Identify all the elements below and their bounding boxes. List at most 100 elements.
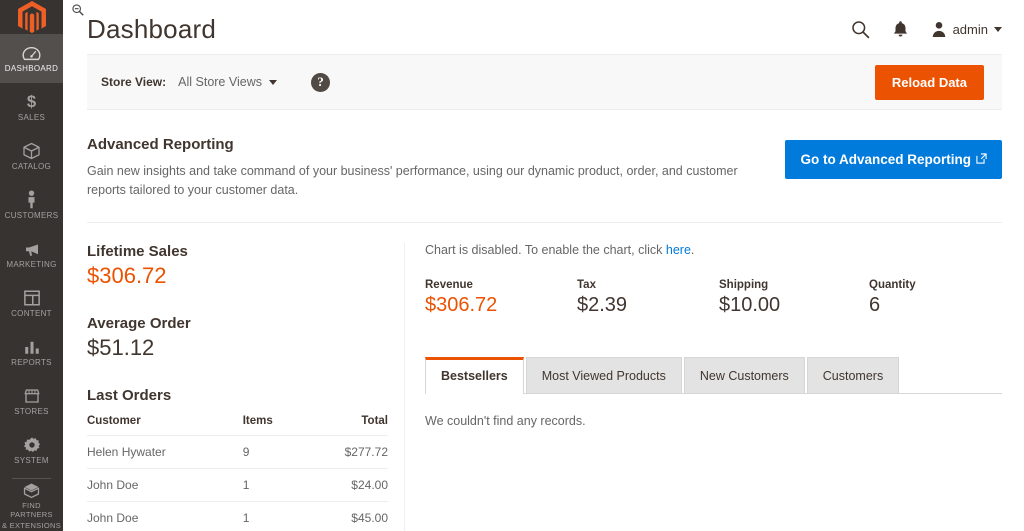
sidebar-item-find-partners[interactable]: FIND PARTNERS & EXTENSIONS [0,479,63,531]
storefront-icon [22,386,42,405]
sidebar-item-label: CATALOG [11,162,52,171]
store-switcher-bar: Store View: All Store Views ? Reload Dat… [87,54,1002,110]
page-title: Dashboard [87,14,216,44]
cell-items: 9 [242,435,303,469]
last-orders-head: Customer Items Total [87,412,388,436]
cell-total: $277.72 [302,435,388,469]
tab-most-viewed-products[interactable]: Most Viewed Products [525,357,682,393]
column-header-total: Total [302,412,388,436]
lifetime-sales-block: Lifetime Sales $306.72 [87,243,388,289]
question-mark-icon[interactable]: ? [310,72,330,92]
main-sidebar: DASHBOARD $ SALES CATALOG CUSTOMERS MARK… [0,0,63,531]
main-content-area: Dashboard admin Store View: All Store Vi… [63,0,1024,531]
chevron-down-icon [268,79,277,85]
sidebar-item-label: REPORTS [11,358,52,367]
sidebar-item-marketing[interactable]: MARKETING [0,230,63,279]
sidebar-item-label: SALES [17,113,46,122]
total-shipping: Shipping $10.00 [719,279,869,317]
layout-icon [23,288,41,307]
tab-panel-empty-message: We couldn't find any records. [425,414,586,428]
tab-customers[interactable]: Customers [806,357,900,393]
dashboard-content: Store View: All Store Views ? Reload Dat… [63,54,1024,531]
sidebar-item-label: CONTENT [11,309,52,318]
dollar-icon: $ [22,92,41,111]
sidebar-item-catalog[interactable]: CATALOG [0,132,63,181]
enable-chart-link[interactable]: here [666,243,691,257]
last-orders-body: Helen Hywater 9 $277.72 John Doe 1 $24.0… [87,435,388,531]
total-tax: Tax $2.39 [577,279,719,317]
table-row[interactable]: John Doe 1 $24.00 [87,468,388,502]
go-to-advanced-reporting-button[interactable]: Go to Advanced Reporting [785,140,1002,179]
average-order-block: Average Order $51.12 [87,315,388,361]
lifetime-sales-amount: $306.72 [87,263,167,288]
total-revenue: Revenue $306.72 [425,279,577,317]
sidebar-item-dashboard[interactable]: DASHBOARD [0,34,63,83]
sidebar-item-system[interactable]: SYSTEM [0,426,63,475]
gear-icon [23,435,41,454]
total-value: $306.72 [425,294,498,316]
sidebar-partners-line1: FIND PARTNERS [10,501,53,519]
last-orders-table: Customer Items Total Helen Hywater 9 $27… [87,412,388,531]
sidebar-item-label: STORES [14,407,49,416]
advanced-reporting-description: Gain new insights and take command of yo… [87,164,738,197]
total-value: $10.00 [719,294,781,316]
account-menu[interactable]: admin [931,21,1002,38]
cell-total: $24.00 [302,468,388,502]
column-header-items: Items [242,412,303,436]
sidebar-item-reports[interactable]: REPORTS [0,328,63,377]
user-icon [931,21,947,38]
dashboard-right-column: Chart is disabled. To enable the chart, … [404,243,1002,531]
table-header-row: Customer Items Total [87,412,388,436]
total-label: Revenue [425,279,473,291]
store-view-select[interactable]: All Store Views [178,75,277,89]
total-label: Tax [577,279,596,291]
megaphone-icon [22,239,42,258]
advanced-reporting-title: Advanced Reporting [87,136,234,153]
chevron-down-icon [994,26,1002,32]
tab-new-customers[interactable]: New Customers [683,357,805,393]
total-label: Quantity [869,279,916,291]
lifetime-sales-title: Lifetime Sales [87,243,188,260]
zoom-out-icon [71,3,85,17]
gauge-icon [22,43,41,62]
sidebar-item-sales[interactable]: $ SALES [0,83,63,132]
dashboard-tabs: Bestsellers Most Viewed Products New Cus… [425,357,1002,394]
external-link-icon [976,152,987,167]
total-value: 6 [869,294,881,316]
dashboard-columns: Lifetime Sales $306.72 Average Order $51… [87,223,1002,531]
sidebar-item-label: MARKETING [6,260,57,269]
table-row[interactable]: Helen Hywater 9 $277.72 [87,435,388,469]
store-view-selected-value: All Store Views [178,75,262,89]
search-icon[interactable] [851,20,870,39]
bar-chart-icon [23,337,41,356]
dashboard-left-column: Lifetime Sales $306.72 Average Order $51… [87,243,404,531]
reload-data-button[interactable]: Reload Data [874,64,984,100]
sidebar-item-label: DASHBOARD [4,64,59,73]
sidebar-item-label: SYSTEM [14,456,49,465]
last-orders-block: Last Orders Customer Items Total Helen H… [87,387,388,531]
dashboard-tabs-section: Bestsellers Most Viewed Products New Cus… [425,357,1002,428]
advanced-reporting-section: Advanced Reporting Gain new insights and… [87,110,1002,223]
sidebar-item-label: CUSTOMERS [4,211,59,220]
sidebar-item-customers[interactable]: CUSTOMERS [0,181,63,230]
bell-icon[interactable] [892,20,909,39]
store-view-label: Store View: [101,75,167,89]
average-order-amount: $51.12 [87,335,155,360]
cell-customer: John Doe [87,468,243,502]
sidebar-item-stores[interactable]: STORES [0,377,63,426]
cell-total: $45.00 [302,501,388,531]
sidebar-nav-list: DASHBOARD $ SALES CATALOG CUSTOMERS MARK… [0,34,63,531]
magento-logo[interactable] [0,0,63,34]
sidebar-partners-line2: & EXTENSIONS [1,521,62,530]
chart-disabled-message: Chart is disabled. To enable the chart, … [425,243,1002,257]
magento-logo-icon [17,0,46,33]
average-order-title: Average Order [87,315,191,332]
tab-bestsellers[interactable]: Bestsellers [425,357,524,394]
svg-text:$: $ [27,92,36,111]
sidebar-item-content[interactable]: CONTENT [0,279,63,328]
totals-row: Revenue $306.72 Tax $2.39 Shipping $10.0… [425,279,1002,317]
cell-items: 1 [242,501,303,531]
table-row[interactable]: John Doe 1 $45.00 [87,501,388,531]
